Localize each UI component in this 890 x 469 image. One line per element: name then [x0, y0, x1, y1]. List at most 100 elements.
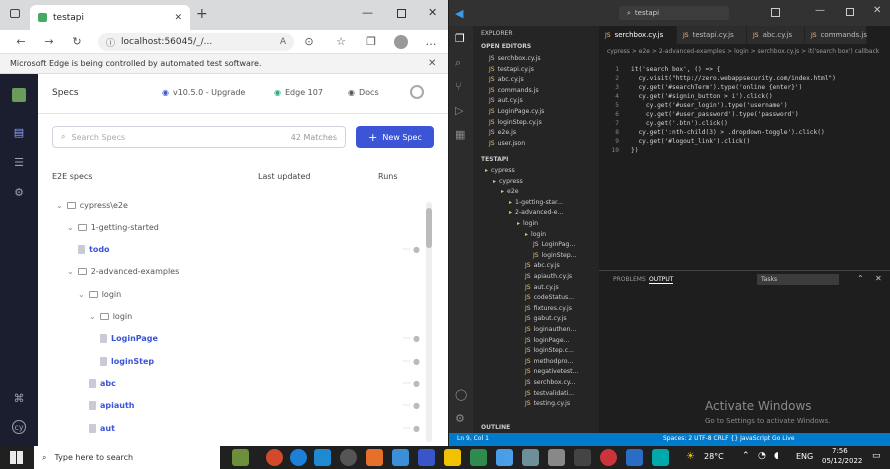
- spec-file-row[interactable]: LoginPage ··· ●: [52, 330, 432, 348]
- spec-scrollbar-thumb[interactable]: [426, 208, 432, 248]
- taskbar-widget-icon[interactable]: [232, 449, 249, 466]
- editor-tab[interactable]: JS serchbox.cy.js: [599, 26, 677, 44]
- project-tree-item[interactable]: ▸ 1-getting-star...: [509, 198, 563, 207]
- taskbar-search[interactable]: ⌕ Type here to search: [34, 446, 220, 469]
- code-editor[interactable]: 1 it('search box', () => {2 cy.visit("htt…: [599, 66, 890, 266]
- project-tree-item[interactable]: JS serchbox.cy...: [525, 378, 576, 387]
- minimize-icon[interactable]: —: [362, 6, 373, 19]
- clock-time[interactable]: 7:56: [832, 447, 848, 455]
- vs-minimize-icon[interactable]: —: [815, 5, 825, 16]
- spec-file-row[interactable]: apiauth ··· ●: [52, 397, 432, 415]
- panel-tab-problems[interactable]: PROBLEMS: [613, 276, 646, 283]
- open-editors-header[interactable]: OPEN EDITORS: [481, 43, 531, 50]
- open-editor-item[interactable]: JS user.json: [489, 139, 525, 148]
- project-tree-item[interactable]: JS LoginPag...: [533, 240, 575, 249]
- maximize-icon[interactable]: [397, 9, 406, 18]
- vs-maximize-icon[interactable]: [846, 8, 854, 16]
- close-window-icon[interactable]: ✕: [428, 6, 437, 19]
- taskbar-chrome-icon[interactable]: [600, 449, 617, 466]
- layout-icon[interactable]: [771, 8, 780, 17]
- more-options-icon[interactable]: …: [424, 35, 438, 49]
- docs-link[interactable]: ◉ Docs: [348, 88, 379, 97]
- breadcrumb[interactable]: cypress > e2e > 2-advanced-examples > lo…: [607, 48, 879, 55]
- project-tree-item[interactable]: ▸ e2e: [501, 187, 519, 196]
- chevron-down-icon[interactable]: ⌄: [89, 312, 96, 321]
- spec-file-row[interactable]: aut ··· ●: [52, 419, 432, 437]
- manage-gear-icon[interactable]: ⚙: [455, 412, 465, 425]
- editor-tab[interactable]: JS testapi.cy.js: [677, 26, 747, 44]
- collections-icon[interactable]: ❐: [364, 35, 378, 49]
- taskbar-firefox-icon[interactable]: [366, 449, 383, 466]
- output-channel-select[interactable]: Tasks: [757, 274, 839, 285]
- status-left[interactable]: Ln 9, Col 1: [457, 435, 489, 442]
- settings-nav-icon[interactable]: ⚙: [12, 186, 26, 200]
- open-editor-item[interactable]: JS LoginPage.cy.js: [489, 107, 544, 116]
- outline-header[interactable]: OUTLINE: [481, 424, 510, 431]
- open-editor-item[interactable]: JS aut.cy.js: [489, 96, 523, 105]
- project-tree-item[interactable]: JS gabut.cy.js: [525, 314, 567, 323]
- spec-folder-row[interactable]: ⌄ login: [52, 308, 432, 326]
- taskbar-mail-icon[interactable]: [392, 449, 409, 466]
- browser-tab[interactable]: testapi ✕: [30, 5, 190, 30]
- shortcuts-icon[interactable]: ⌘: [12, 392, 26, 406]
- project-tree-item[interactable]: JS methodpro...: [525, 357, 573, 366]
- runs-nav-icon[interactable]: ☰: [12, 156, 26, 170]
- project-tree-item[interactable]: JS loginPage...: [525, 336, 570, 345]
- new-spec-button[interactable]: + New Spec: [356, 126, 434, 148]
- url-field[interactable]: ⓘ localhost:56045/_/... A: [98, 33, 294, 51]
- close-tab-icon[interactable]: ✕: [174, 13, 182, 23]
- spec-file-row[interactable]: loginStep ··· ●: [52, 352, 432, 370]
- taskbar-cypress-icon[interactable]: [340, 449, 357, 466]
- read-aloud-icon[interactable]: A: [280, 37, 286, 47]
- favorites-icon[interactable]: ☆: [334, 35, 348, 49]
- taskbar-app6-icon[interactable]: [652, 449, 669, 466]
- project-tree-item[interactable]: JS negativetest...: [525, 367, 578, 376]
- project-header[interactable]: TESTAPI: [481, 156, 508, 163]
- status-right[interactable]: Spaces: 2 UTF-8 CRLF {} JavaScript Go Li…: [663, 435, 795, 442]
- open-editor-item[interactable]: JS serchbox.cy.js: [489, 54, 541, 63]
- network-icon[interactable]: ◔: [758, 451, 766, 461]
- open-editor-item[interactable]: JS abc.cy.js: [489, 75, 524, 84]
- project-tree-item[interactable]: ▸ login: [525, 230, 546, 239]
- specs-nav-icon[interactable]: ▤: [12, 126, 26, 140]
- version-link[interactable]: ◉ v10.5.0 - Upgrade: [162, 88, 245, 97]
- taskbar-store-icon[interactable]: [496, 449, 513, 466]
- forward-icon[interactable]: →: [42, 35, 56, 49]
- project-tree-item[interactable]: JS loginStep...: [533, 251, 577, 260]
- chevron-down-icon[interactable]: ⌄: [56, 201, 63, 210]
- profile-avatar[interactable]: [394, 35, 408, 49]
- spec-folder-row[interactable]: ⌄ 1-getting-started: [52, 218, 432, 236]
- taskbar-app-icon[interactable]: [266, 449, 283, 466]
- project-tree-item[interactable]: JS abc.cy.js: [525, 261, 560, 270]
- project-tree-item[interactable]: JS codeStatus...: [525, 293, 574, 302]
- tab-actions-icon[interactable]: [10, 9, 20, 18]
- project-tree-item[interactable]: JS apiauth.cy.js: [525, 272, 572, 281]
- open-editor-item[interactable]: JS e2e.js: [489, 128, 516, 137]
- open-editor-item[interactable]: JS testapi.cy.js: [489, 65, 534, 74]
- taskbar-edge-icon[interactable]: [290, 449, 307, 466]
- taskbar-vscode-icon[interactable]: [314, 449, 331, 466]
- project-tree-item[interactable]: ▸ 2-advanced-e...: [509, 208, 563, 217]
- extensions-view-icon[interactable]: ▦: [455, 128, 465, 141]
- project-tree-item[interactable]: ▸ login: [517, 219, 538, 228]
- project-tree-item[interactable]: JS testvalidati...: [525, 389, 574, 398]
- run-debug-icon[interactable]: ▷: [455, 104, 463, 117]
- project-tree-item[interactable]: JS loginStep.c...: [525, 346, 574, 355]
- spec-file-row[interactable]: abc ··· ●: [52, 374, 432, 392]
- spec-search-input[interactable]: ⌕ Search Specs 42 Matches: [52, 126, 346, 148]
- project-tree-item[interactable]: JS loginauthen...: [525, 325, 576, 334]
- taskbar-explorer-icon[interactable]: [444, 449, 461, 466]
- back-icon[interactable]: ←: [14, 35, 28, 49]
- source-control-icon[interactable]: ⑂: [455, 80, 462, 93]
- maximize-panel-icon[interactable]: ⌃: [857, 274, 864, 283]
- dismiss-info-icon[interactable]: ✕: [428, 54, 436, 74]
- open-editor-item[interactable]: JS loginStep.cy.js: [489, 118, 542, 127]
- refresh-icon[interactable]: ↻: [70, 35, 84, 49]
- spec-file-row[interactable]: todo ··· ●: [52, 241, 432, 259]
- open-editor-item[interactable]: JS commands.js: [489, 86, 539, 95]
- close-panel-icon[interactable]: ✕: [875, 274, 882, 283]
- taskbar-app5-icon[interactable]: [626, 449, 643, 466]
- weather-icon[interactable]: ☀: [686, 451, 695, 462]
- search-view-icon[interactable]: ⌕: [455, 56, 461, 70]
- volume-icon[interactable]: ◖: [774, 451, 779, 461]
